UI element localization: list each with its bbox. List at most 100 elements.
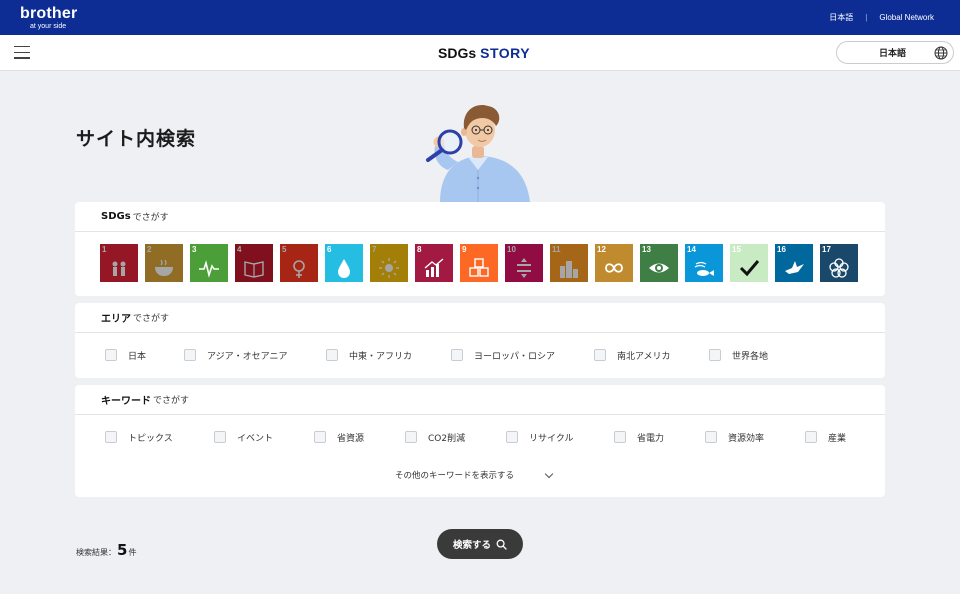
language-select[interactable]: 日本語 [836,41,954,64]
checkbox[interactable] [614,431,626,443]
heartbeat-icon [199,260,219,278]
flower-icon [829,258,849,278]
sdg-goal-16[interactable]: 16 [775,244,813,282]
checkbox[interactable] [705,431,717,443]
sdg-goal-6[interactable]: 6 [325,244,363,282]
keyword-option-recycling[interactable]: リサイクル [506,431,614,444]
keyword-option-resource-efficiency[interactable]: 資源効率 [705,431,805,444]
brand-suffix: STORY [480,45,531,61]
book-icon [244,261,264,278]
keyword-option-resource-saving[interactable]: 省資源 [314,431,405,444]
title-suffix: でさがす [133,314,170,324]
logo-tagline: at your side [30,23,67,30]
checkbox[interactable] [506,431,518,443]
sdg-goal-2[interactable]: 2 [145,244,183,282]
result-unit: 件 [128,548,137,557]
option-label: アジア・オセアニア [207,351,288,362]
top-links: 日本語 | Global Network [829,12,934,23]
sdg-goal-number: 6 [327,245,332,254]
sdg-goal-number: 7 [372,245,377,254]
sun-icon [379,258,399,278]
sdg-goal-number: 4 [237,245,242,254]
gender-icon [293,260,305,278]
checkbox[interactable] [184,349,196,361]
link-global-network[interactable]: Global Network [879,13,934,22]
sdg-goal-15[interactable]: 15 [730,244,768,282]
option-label: 省電力 [637,433,665,444]
checkbox[interactable] [594,349,606,361]
result-label: 検索結果： [76,548,116,557]
area-option-europe-russia[interactable]: ヨーロッパ・ロシア [451,349,594,362]
sdg-goal-7[interactable]: 7 [370,244,408,282]
sdg-goal-number: 5 [282,245,287,254]
option-label: 省資源 [337,433,365,444]
growth-chart-icon [424,258,444,277]
search-button[interactable]: 検索する [437,529,523,559]
sdg-goal-3[interactable]: 3 [190,244,228,282]
bowl-icon [155,259,173,276]
show-more-label: その他のキーワードを表示する [395,471,515,481]
sdg-goal-number: 8 [417,245,422,254]
keyword-option-events[interactable]: イベント [214,431,314,444]
keyword-option-topics[interactable]: トピックス [105,431,214,444]
area-option-americas[interactable]: 南北アメリカ [594,349,709,362]
option-label: 産業 [828,433,847,444]
title-suffix: でさがす [153,396,190,406]
cubes-icon [469,258,489,277]
link-japanese[interactable]: 日本語 [829,12,853,23]
sdg-goal-12[interactable]: 12 [595,244,633,282]
sdg-goal-5[interactable]: 5 [280,244,318,282]
page-title: サイト内検索 [76,128,197,150]
keyword-filter-card: キーワード でさがす トピックス イベント 省資源 CO2削減 リサイクル 省電… [75,385,885,497]
area-filter-title: エリア でさがす [75,303,885,333]
area-option-japan[interactable]: 日本 [105,349,184,362]
menu-icon[interactable] [14,46,30,59]
checkbox[interactable] [314,431,326,443]
checkbox[interactable] [105,349,117,361]
water-drop-icon [338,259,350,278]
checkbox[interactable] [405,431,417,443]
sdg-goal-10[interactable]: 10 [505,244,543,282]
sdg-goal-number: 2 [147,245,152,254]
checkbox[interactable] [326,349,338,361]
search-button-label: 検索する [452,540,491,551]
infinity-icon [605,263,623,273]
option-label: トピックス [128,433,173,444]
sdg-goal-number: 17 [822,245,831,254]
option-label: リサイクル [529,433,574,444]
checkbox[interactable] [805,431,817,443]
keyword-option-industry[interactable]: 産業 [805,431,846,444]
title-suffix: でさがす [132,213,169,223]
sdg-goal-14[interactable]: 14 [685,244,723,282]
sdg-goal-11[interactable]: 11 [550,244,588,282]
checkbox[interactable] [709,349,721,361]
sdg-goal-number: 3 [192,245,197,254]
area-option-worldwide[interactable]: 世界各地 [709,349,768,362]
sdg-goal-number: 12 [597,245,606,254]
keyword-option-co2-reduction[interactable]: CO2削減 [405,431,506,444]
result-count: 検索結果： 5 件 [76,541,136,559]
sdg-goal-4[interactable]: 4 [235,244,273,282]
language-label: 日本語 [879,49,907,59]
sdg-goal-1[interactable]: 1 [100,244,138,282]
keyword-option-power-saving[interactable]: 省電力 [614,431,705,444]
checkbox[interactable] [214,431,226,443]
checkbox[interactable] [451,349,463,361]
sdg-goal-number: 14 [687,245,696,254]
option-label: ヨーロッパ・ロシア [474,351,556,362]
sdg-goal-13[interactable]: 13 [640,244,678,282]
keyword-filter-title: キーワード でさがす [75,385,885,415]
sdg-goal-9[interactable]: 9 [460,244,498,282]
sdg-goal-8[interactable]: 8 [415,244,453,282]
checkbox[interactable] [105,431,117,443]
eye-globe-icon [649,263,669,273]
area-option-asia-oceania[interactable]: アジア・オセアニア [184,349,326,362]
sdg-goal-number: 1 [102,245,107,254]
area-option-middle-east-africa[interactable]: 中東・アフリカ [326,349,451,362]
show-more-keywords-toggle[interactable]: その他のキーワードを表示する [395,469,554,481]
sdg-goal-17[interactable]: 17 [820,244,858,282]
sdg-goal-number: 15 [732,245,741,254]
sdgs-story-logo[interactable]: SDGs STORY [438,45,530,61]
brother-logo[interactable]: brother at your side [20,6,77,31]
sdg-goal-number: 9 [462,245,467,254]
